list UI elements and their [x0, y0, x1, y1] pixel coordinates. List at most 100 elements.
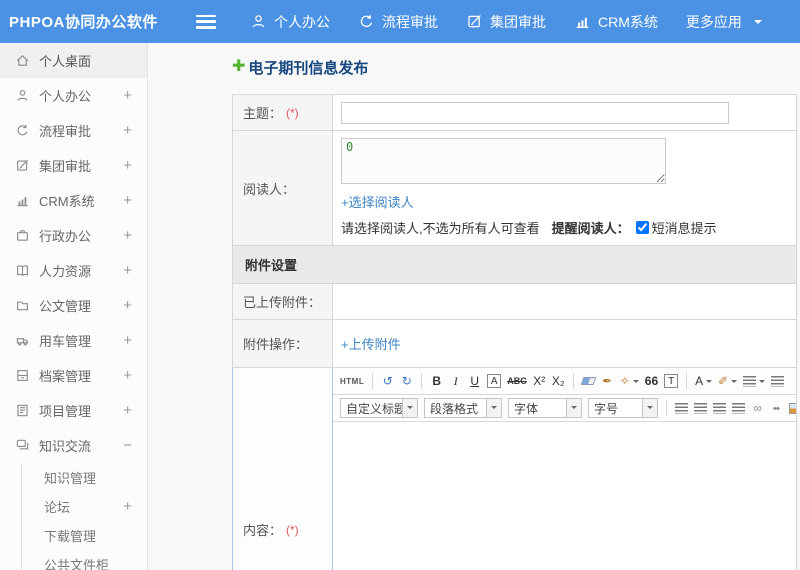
topnav-item-2[interactable]: 集团审批: [466, 12, 546, 32]
italic-button[interactable]: I: [447, 371, 464, 391]
subject-row: 主题： (*): [232, 95, 797, 131]
sms-notify-checkbox[interactable]: [635, 221, 649, 234]
insert-image-icon: [789, 402, 796, 414]
sidebar-item-9[interactable]: 档案管理 +: [0, 358, 147, 393]
publish-form: 主题： (*) 阅读人： +选择阅读人 请选择阅读人,不选为所有人可查看: [232, 94, 797, 570]
remove-link-button[interactable]: ∞: [768, 398, 785, 418]
topnav-item-4[interactable]: 更多应用: [686, 12, 762, 32]
topnav-item-0[interactable]: 个人办公: [250, 12, 330, 32]
expand-plus-icon[interactable]: +: [123, 498, 132, 515]
redo-button[interactable]: ↻: [398, 371, 415, 391]
sidebar-subitem-2[interactable]: 下载管理: [22, 521, 147, 550]
editor-content-area[interactable]: [333, 422, 796, 570]
blockquote-button[interactable]: 66: [643, 371, 660, 391]
uploaded-attachments-value: [333, 284, 796, 319]
format-brush-button[interactable]: ✒: [599, 371, 616, 391]
topnav-item-3[interactable]: CRM系统: [574, 12, 658, 32]
sidebar-item-2[interactable]: 流程审批 +: [0, 113, 147, 148]
remind-readers-label: 提醒阅读人：: [551, 221, 630, 236]
align-center-button[interactable]: [692, 398, 709, 418]
underline-button[interactable]: U: [466, 371, 483, 391]
font-color-button[interactable]: A: [693, 371, 714, 391]
unordered-list-button[interactable]: [769, 371, 786, 391]
book-icon: [15, 263, 30, 278]
font-style-box-icon: A: [487, 374, 502, 388]
readers-row: 阅读人： +选择阅读人 请选择阅读人,不选为所有人可查看 提醒阅读人： 短消息提…: [232, 131, 797, 246]
align-center-icon: [694, 402, 707, 414]
sidebar-item-7[interactable]: 公文管理 +: [0, 288, 147, 323]
strikethrough-button[interactable]: ABC: [505, 371, 529, 391]
topnav-item-1[interactable]: 流程审批: [358, 12, 438, 32]
expand-plus-icon[interactable]: +: [123, 87, 132, 104]
ordered-list-button[interactable]: [741, 371, 767, 391]
expand-plus-icon[interactable]: +: [123, 402, 132, 419]
font-family-select[interactable]: 字体: [508, 398, 582, 418]
highlight-color-button[interactable]: ✐: [716, 371, 739, 391]
collapse-minus-icon[interactable]: −: [123, 437, 132, 454]
sidebar-subitem-0[interactable]: 知识管理: [22, 463, 147, 492]
sidebar-item-6[interactable]: 人力资源 +: [0, 253, 147, 288]
expand-plus-icon[interactable]: +: [123, 367, 132, 384]
sidebar-item-8[interactable]: 用车管理 +: [0, 323, 147, 358]
sidebar-item-label: 行政办公: [39, 229, 92, 244]
topnav-item-label: CRM系统: [598, 13, 658, 30]
undo-button[interactable]: ↺: [379, 371, 396, 391]
subject-input[interactable]: [341, 101, 729, 124]
expand-plus-icon[interactable]: +: [123, 157, 132, 174]
bold-icon: B: [432, 374, 442, 388]
expand-plus-icon[interactable]: +: [123, 262, 132, 279]
html-source-button[interactable]: HTML: [338, 371, 366, 391]
chevron-down-icon[interactable]: [642, 399, 657, 417]
upload-attachment-link[interactable]: +上传附件: [341, 334, 401, 353]
subscript-button[interactable]: X₂: [550, 371, 567, 391]
toolbar-separator: [686, 373, 688, 389]
paragraph-select[interactable]: 段落格式: [424, 398, 502, 418]
expand-plus-icon[interactable]: +: [123, 297, 132, 314]
readers-textarea[interactable]: [341, 138, 666, 184]
eraser-button[interactable]: [580, 371, 597, 391]
select-readers-link[interactable]: +选择阅读人: [341, 192, 414, 211]
insert-template-icon: T: [664, 374, 679, 388]
app-logo: PHPOA协同办公软件: [9, 14, 158, 31]
align-left-icon: [675, 402, 688, 414]
sidebar-subitem-3[interactable]: 公共文件柜: [22, 550, 147, 570]
bold-button[interactable]: B: [428, 371, 445, 391]
sidebar-item-0[interactable]: 个人桌面: [0, 43, 147, 78]
insert-link-icon: ∞: [753, 401, 762, 415]
sidebar-item-10[interactable]: 项目管理 +: [0, 393, 147, 428]
redo-icon: ↻: [401, 374, 412, 388]
align-right-button[interactable]: [711, 398, 728, 418]
align-justify-button[interactable]: [730, 398, 747, 418]
superscript-button[interactable]: X²: [531, 371, 548, 391]
insert-image-button[interactable]: [787, 398, 796, 418]
insert-link-button[interactable]: ∞: [749, 398, 766, 418]
paragraph-select-label: 段落格式: [430, 401, 479, 416]
chevron-down-icon[interactable]: [402, 399, 417, 417]
undo-icon: ↺: [382, 374, 393, 388]
sidebar-item-1[interactable]: 个人办公 +: [0, 78, 147, 113]
clean-paste-button[interactable]: ✧: [618, 371, 641, 391]
font-family-select-label: 字体: [514, 401, 539, 416]
sidebar-item-3[interactable]: 集团审批 +: [0, 148, 147, 183]
required-mark: (*): [286, 522, 299, 537]
sidebar-subitem-1[interactable]: 论坛 +: [22, 492, 147, 521]
expand-plus-icon[interactable]: +: [123, 227, 132, 244]
chevron-down-icon[interactable]: [486, 399, 501, 417]
font-style-box-button[interactable]: A: [485, 371, 503, 391]
sidebar-item-label: 人力资源: [39, 264, 92, 279]
align-left-button[interactable]: [673, 398, 690, 418]
font-size-select[interactable]: 字号: [588, 398, 658, 418]
sidebar-item-11[interactable]: 知识交流 −: [0, 428, 147, 463]
sidebar-item-4[interactable]: CRM系统 +: [0, 183, 147, 218]
chevron-down-icon: [632, 379, 639, 386]
hamburger-menu-icon[interactable]: [196, 14, 216, 29]
expand-plus-icon[interactable]: +: [123, 192, 132, 209]
italic-icon: I: [453, 373, 458, 388]
sidebar-item-5[interactable]: 行政办公 +: [0, 218, 147, 253]
expand-plus-icon[interactable]: +: [123, 122, 132, 139]
editor-toolbar-row2: 自定义标题 段落格式 字体 字号 ∞ ∞: [333, 395, 796, 422]
chevron-down-icon[interactable]: [566, 399, 581, 417]
heading-select[interactable]: 自定义标题: [340, 398, 418, 418]
expand-plus-icon[interactable]: +: [123, 332, 132, 349]
insert-template-button[interactable]: T: [662, 371, 680, 391]
